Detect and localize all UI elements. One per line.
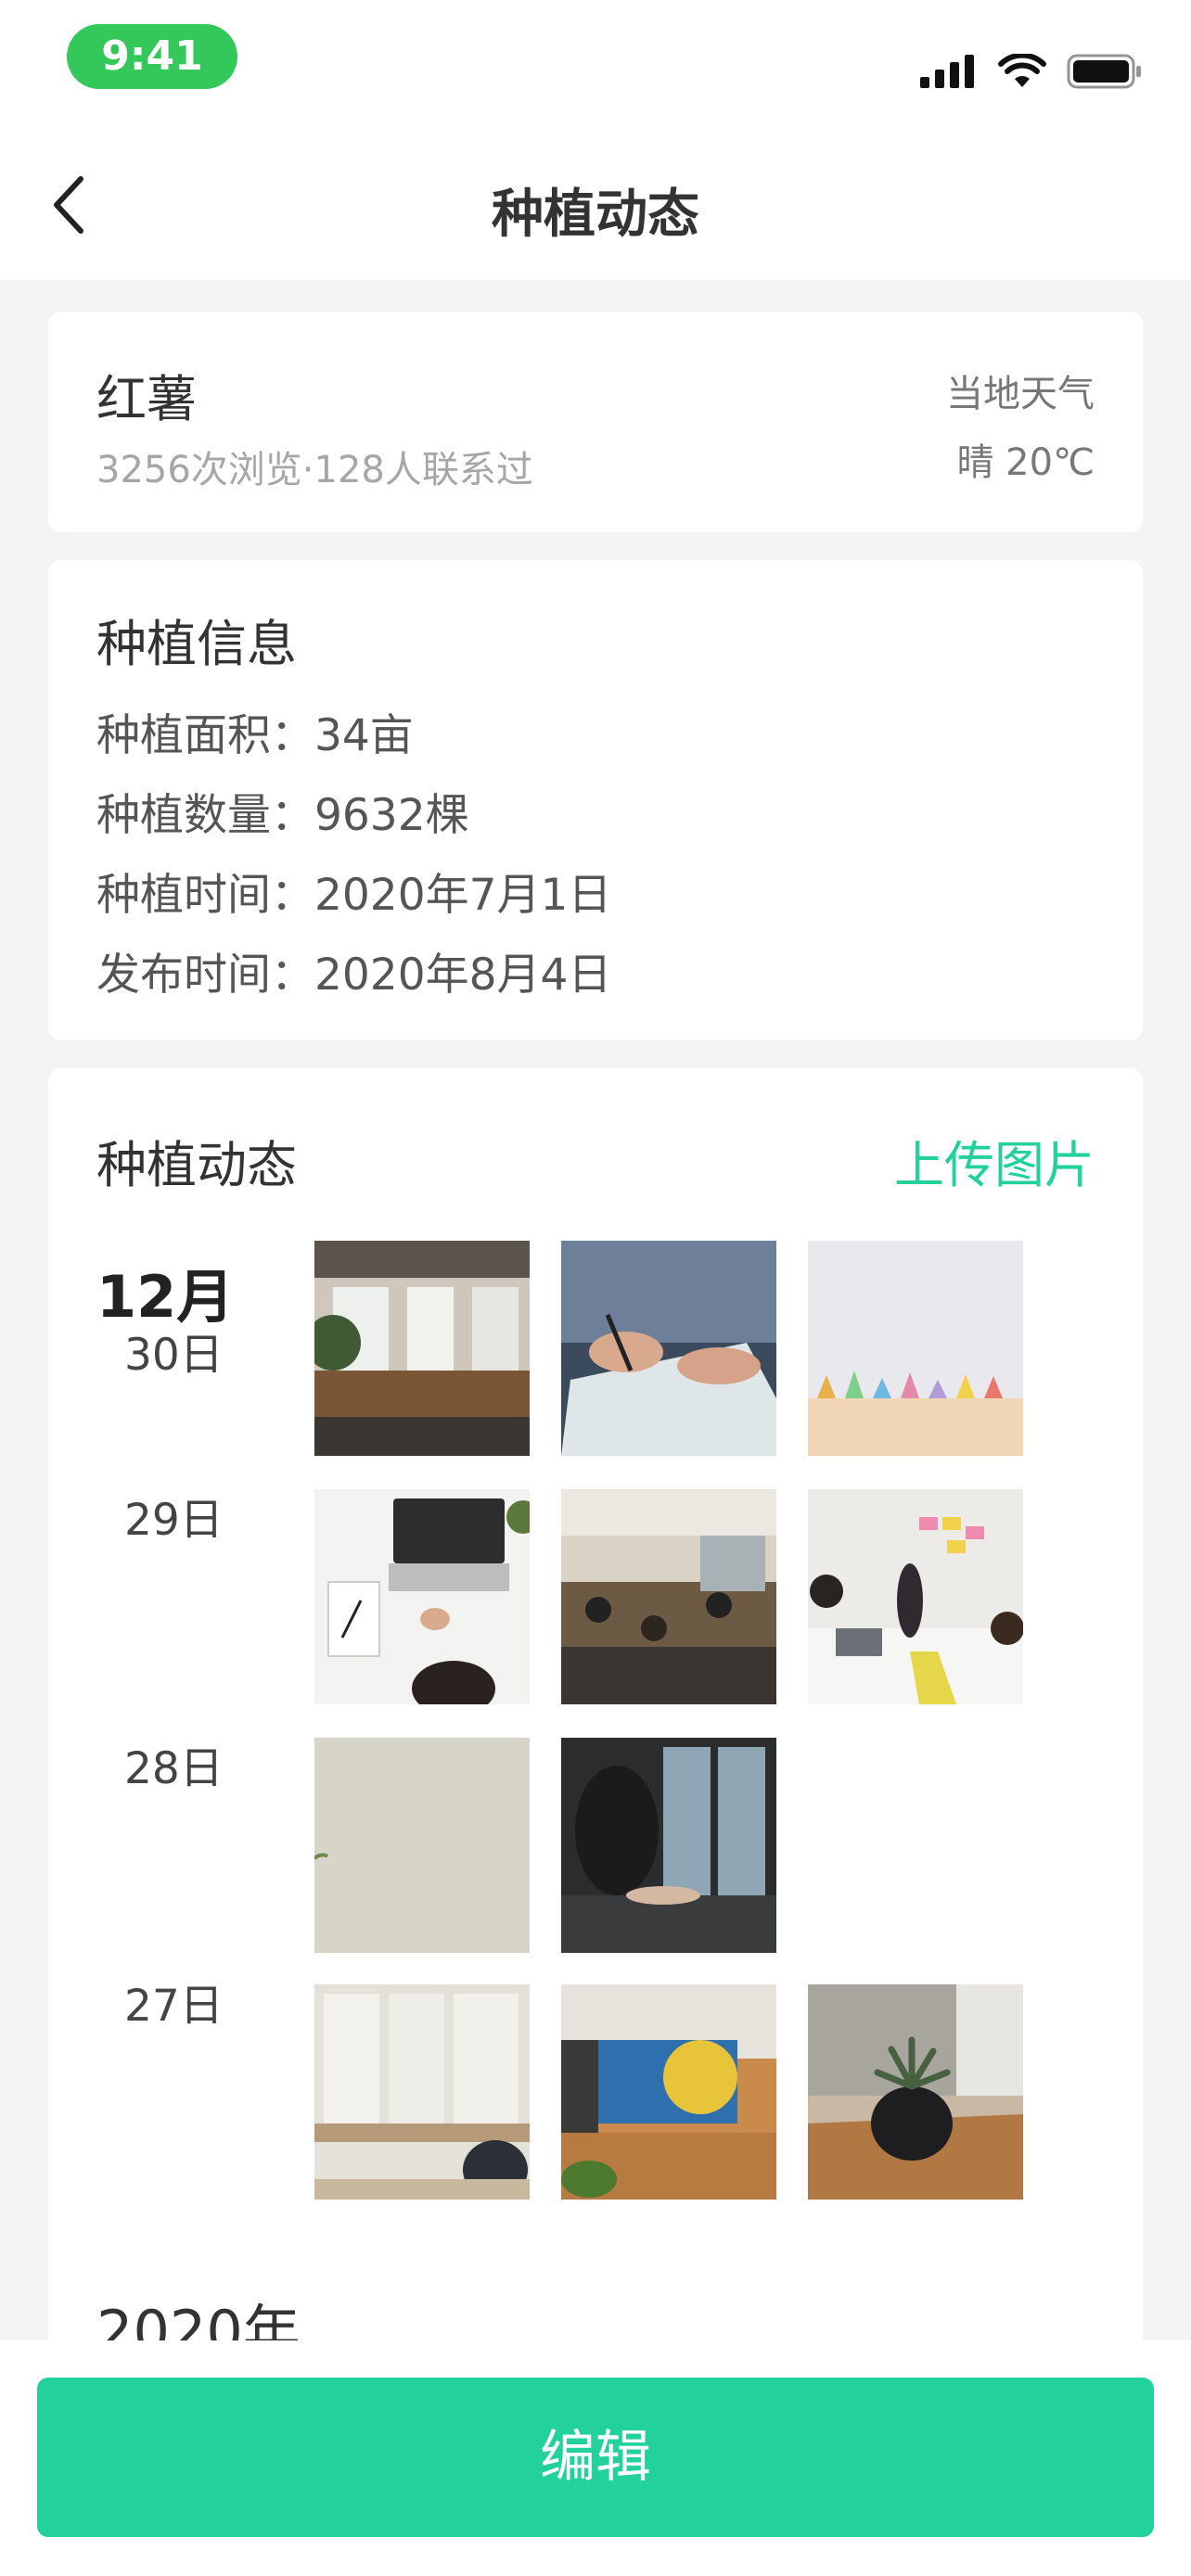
potted-plant-photo[interactable] [808, 1984, 1023, 2200]
weather-value: 晴 20℃ [956, 441, 1095, 484]
info-value: 2020年7月1日 [314, 870, 612, 921]
colored-pencils-photo[interactable] [808, 1241, 1023, 1456]
office-lounge-photo[interactable] [314, 1241, 530, 1456]
crop-name: 红薯 [96, 370, 197, 428]
planting-info-card: 种植信息 种植面积：34亩 种植数量：9632棵 种植时间：2020年7月1日 … [48, 560, 1143, 1040]
laptop-desk-photo[interactable] [314, 1489, 530, 1704]
day-label: 30日 [124, 1330, 224, 1381]
info-label: 种植时间： [96, 870, 314, 921]
info-label: 种植面积： [96, 710, 314, 761]
signal-icon [920, 55, 974, 88]
info-row-area: 种植面积：34亩 [96, 699, 414, 763]
open-office-photo[interactable] [561, 1489, 776, 1704]
info-value: 2020年8月4日 [314, 950, 612, 1001]
day-label: 28日 [124, 1743, 224, 1794]
colorful-office-photo[interactable] [561, 1984, 776, 2200]
window-silhouette-photo[interactable] [561, 1738, 776, 1953]
info-row-plant-date: 种植时间：2020年7月1日 [96, 859, 611, 923]
weather-label: 当地天气 [946, 373, 1095, 415]
status-icons [920, 48, 1143, 95]
writing-hand-photo[interactable] [561, 1241, 776, 1456]
info-row-publish-date: 发布时间：2020年8月4日 [96, 938, 611, 1002]
team-meeting-photo[interactable] [808, 1489, 1023, 1704]
crop-stats: 3256次浏览·128人联系过 [96, 449, 533, 491]
day-label: 27日 [124, 1981, 224, 2032]
info-label: 发布时间： [96, 950, 314, 1001]
page-title: 种植动态 [492, 185, 699, 245]
edit-button[interactable]: 编辑 [37, 2378, 1154, 2537]
planting-feed-card: 种植动态 上传图片 12月 30日 29日 28日 27日 2020年 [48, 1068, 1143, 2366]
info-value: 34亩 [314, 710, 414, 761]
info-row-quantity: 种植数量：9632棵 [96, 779, 469, 843]
info-title: 种植信息 [96, 615, 297, 673]
wifi-icon [998, 54, 1046, 87]
info-value: 9632棵 [314, 790, 469, 841]
window-table-photo[interactable] [314, 1984, 530, 2200]
status-bar: 9:41 [0, 0, 1191, 130]
day-label: 29日 [124, 1495, 224, 1546]
status-time: 9:41 [67, 24, 237, 89]
battery-icon [1067, 54, 1141, 89]
feed-title: 种植动态 [96, 1136, 297, 1194]
upload-photo-link[interactable]: 上传图片 [894, 1124, 1095, 1197]
crop-summary-card: 红薯 3256次浏览·128人联系过 当地天气 晴 20℃ [48, 312, 1143, 532]
info-label: 种植数量： [96, 790, 314, 841]
bottom-bar: 编辑 [0, 2340, 1191, 2576]
blank-wall-photo[interactable] [314, 1738, 530, 1953]
nav-bar: 种植动态 [0, 130, 1191, 280]
